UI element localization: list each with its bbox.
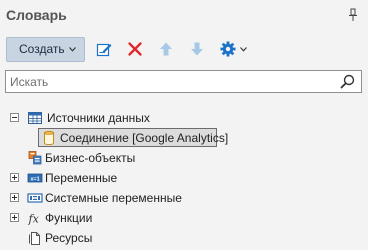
chevron-down-icon	[69, 47, 76, 52]
expand-icon[interactable]	[10, 213, 19, 222]
tree-item-label: Переменные	[45, 171, 118, 185]
panel-header: Словарь	[0, 0, 368, 30]
move-down-icon[interactable]	[189, 41, 205, 57]
svg-text:x=1: x=1	[30, 177, 39, 183]
tree-item-label: Ресурсы	[45, 231, 93, 245]
dictionary-panel: Словарь Создать Искать Источники данных …	[0, 0, 368, 250]
expand-icon[interactable]	[10, 173, 19, 182]
toolbar: Создать	[0, 37, 368, 63]
resources-icon	[29, 232, 40, 245]
search-icon[interactable]	[340, 74, 355, 89]
delete-icon[interactable]	[127, 41, 143, 57]
search-box[interactable]	[5, 70, 362, 93]
search-input[interactable]	[10, 73, 330, 90]
collapse-icon[interactable]	[10, 113, 19, 122]
create-button[interactable]: Создать	[6, 37, 85, 62]
tree-item-label: Соединение [Google Analytics]	[60, 131, 229, 145]
system-variables-icon	[27, 193, 43, 203]
settings-icon[interactable]	[220, 41, 236, 57]
svg-text:fx: fx	[28, 213, 40, 226]
tree-item-label: Бизнес-объекты	[45, 151, 136, 165]
tree-item-business-objects[interactable]: Бизнес-объекты	[0, 148, 368, 168]
edit-icon[interactable]	[96, 41, 112, 57]
move-up-icon[interactable]	[158, 41, 174, 57]
chevron-down-icon[interactable]	[240, 47, 247, 52]
variables-icon: x=1	[27, 173, 43, 183]
panel-title: Словарь	[6, 7, 67, 23]
connection-icon	[44, 130, 54, 146]
tree-item-resources[interactable]: Ресурсы	[0, 228, 368, 248]
tree-item-data-sources[interactable]: Источники данных	[0, 108, 368, 128]
business-objects-icon	[28, 151, 42, 165]
create-button-label: Создать	[19, 42, 65, 56]
expand-icon[interactable]	[10, 193, 19, 202]
tree-item-label: Источники данных	[47, 111, 150, 125]
tree-item-functions[interactable]: fx Функции	[0, 208, 368, 228]
tree-item-label: Функции	[45, 211, 93, 225]
tree-item-variables[interactable]: x=1 Переменные	[0, 168, 368, 188]
tree-item-connection[interactable]: Соединение [Google Analytics]	[0, 128, 368, 148]
tree-item-system-variables[interactable]: Системные переменные	[0, 188, 368, 208]
function-icon: fx	[28, 213, 40, 226]
tree-item-label: Системные переменные	[45, 191, 182, 205]
pin-icon[interactable]	[348, 8, 358, 22]
table-icon	[28, 112, 42, 124]
